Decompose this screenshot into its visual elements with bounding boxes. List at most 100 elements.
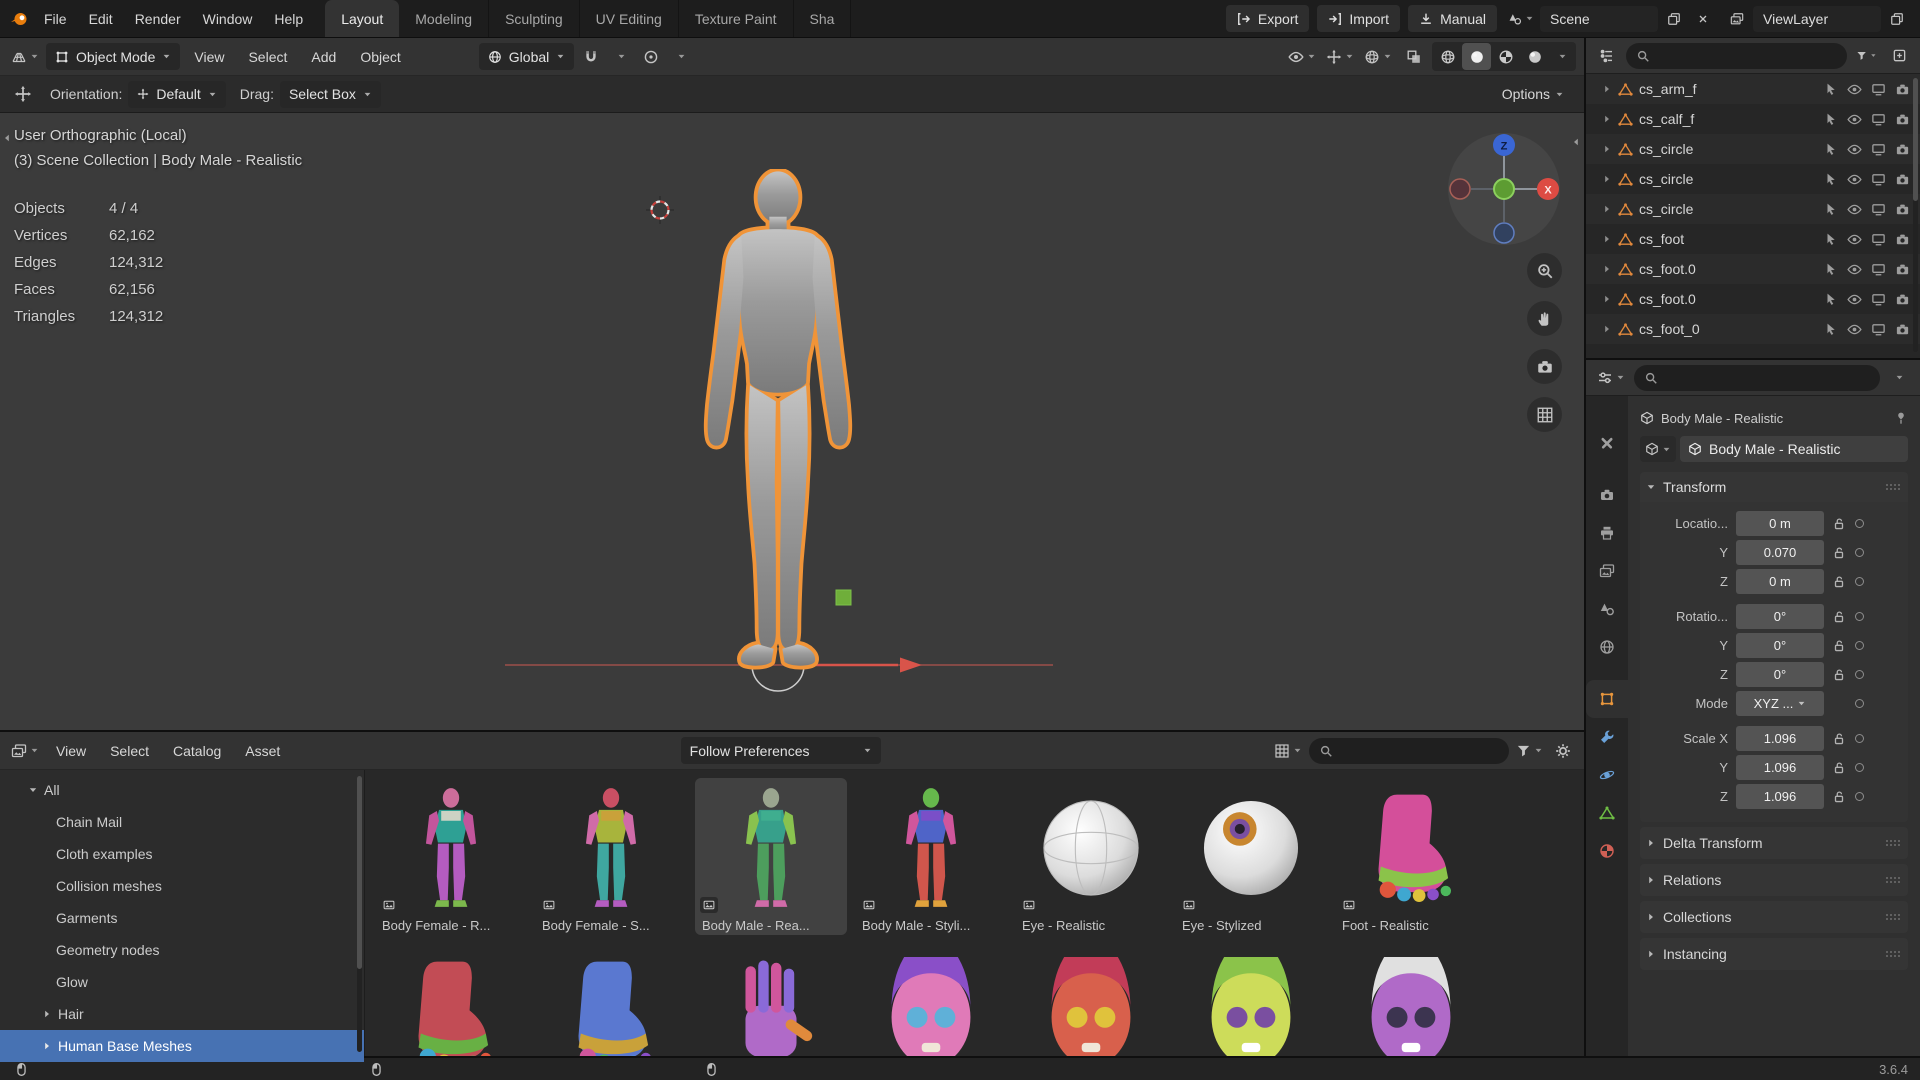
asset-card[interactable] [535,945,687,1056]
new-collection-button[interactable] [1886,43,1912,69]
asset-search-input[interactable] [1339,743,1499,759]
scene-new-button[interactable] [1661,6,1687,32]
expand-arrow-icon[interactable] [1602,234,1612,244]
selectable-toggle[interactable] [1824,202,1838,216]
rotation-z-field[interactable]: 0° [1736,662,1824,687]
viewport-disable-toggle[interactable] [1871,142,1886,157]
lock-icon[interactable] [1832,639,1846,653]
drag-grip-icon[interactable] [1884,949,1902,959]
object-type-visibility-button[interactable] [1285,44,1319,70]
tab-tool[interactable] [1586,424,1628,462]
outliner-search-input[interactable] [1656,48,1837,64]
object-name-field[interactable]: Body Male - Realistic [1680,436,1908,462]
menu-view[interactable]: View [46,737,96,765]
outliner-item[interactable]: cs_foot_0 [1586,314,1920,344]
instancing-section[interactable]: Instancing [1640,938,1908,970]
viewport-disable-toggle[interactable] [1871,322,1886,337]
hide-toggle[interactable] [1847,292,1862,307]
catalog-chain-mail[interactable]: Chain Mail [0,806,364,838]
animate-dot[interactable] [1855,612,1864,621]
location-z-field[interactable]: 0 m [1736,569,1824,594]
tab-object[interactable] [1586,680,1628,718]
hide-toggle[interactable] [1847,172,1862,187]
catalog-glow[interactable]: Glow [0,966,364,998]
expand-arrow-icon[interactable] [1602,324,1612,334]
scale-x-field[interactable]: 1.096 [1736,726,1824,751]
rotation-mode-dropdown[interactable]: XYZ ... [1736,691,1824,716]
mode-dropdown[interactable]: Object Mode [46,43,180,70]
outliner-item[interactable]: cs_circle [1586,194,1920,224]
menu-render[interactable]: Render [125,5,191,33]
expand-arrow-icon[interactable] [1602,174,1612,184]
expand-arrow-icon[interactable] [1602,114,1612,124]
menu-window[interactable]: Window [193,5,263,33]
workspace-tab-layout[interactable]: Layout [325,0,399,37]
expand-arrow-icon[interactable] [1602,294,1612,304]
drag-grip-icon[interactable] [1884,875,1902,885]
asset-card[interactable]: Foot - Realistic [1335,778,1487,935]
asset-card[interactable] [1175,945,1327,1056]
object-browse-button[interactable] [1640,436,1676,462]
transform-panel-header[interactable]: Transform [1640,472,1908,502]
axis-neg-z-ball[interactable] [1494,223,1514,243]
options-dropdown[interactable]: Options [1492,80,1574,108]
lock-icon[interactable] [1832,610,1846,624]
scene-name-field[interactable]: Scene [1540,6,1658,32]
tab-output[interactable] [1586,514,1628,552]
menu-select[interactable]: Select [100,737,159,765]
asset-card[interactable]: Eye - Stylized [1175,778,1327,935]
asset-card[interactable] [695,945,847,1056]
menu-help[interactable]: Help [264,5,313,33]
zoom-button[interactable] [1527,253,1562,288]
animate-dot[interactable] [1855,519,1864,528]
manual-button[interactable]: Manual [1408,5,1497,32]
lock-icon[interactable] [1832,575,1846,589]
asset-card[interactable] [1335,945,1487,1056]
asset-filter-button[interactable] [1513,738,1546,764]
tab-world[interactable] [1586,628,1628,666]
active-tool-icon[interactable] [10,81,36,107]
location-x-field[interactable]: 0 m [1736,511,1824,536]
hide-toggle[interactable] [1847,112,1862,127]
animate-dot[interactable] [1855,548,1864,557]
viewport-disable-toggle[interactable] [1871,262,1886,277]
viewport-disable-toggle[interactable] [1871,172,1886,187]
outliner-filter-button[interactable] [1853,43,1880,69]
render-disable-toggle[interactable] [1895,292,1910,307]
body-male-mesh[interactable] [670,169,886,677]
viewport-canvas[interactable]: User Orthographic (Local) (3) Scene Coll… [0,113,1584,730]
catalog-all[interactable]: All [0,774,364,806]
outliner-item[interactable]: cs_circle [1586,134,1920,164]
animate-dot[interactable] [1855,699,1864,708]
viewport-disable-toggle[interactable] [1871,232,1886,247]
selectable-toggle[interactable] [1824,142,1838,156]
catalog-cloth-examples[interactable]: Cloth examples [0,838,364,870]
hide-toggle[interactable] [1847,232,1862,247]
lock-icon[interactable] [1832,668,1846,682]
outliner-item[interactable]: cs_arm_f [1586,74,1920,104]
scene-browse-button[interactable] [1505,6,1537,32]
lock-icon[interactable] [1832,732,1846,746]
expand-arrow-icon[interactable] [1602,204,1612,214]
location-y-field[interactable]: 0.070 [1736,540,1824,565]
properties-options-button[interactable] [1886,365,1912,391]
perspective-toggle-button[interactable] [1527,397,1562,432]
snap-toggle[interactable] [578,44,604,70]
xray-toggle[interactable] [1399,43,1428,70]
blender-logo-icon[interactable] [6,6,32,32]
asset-card-selected[interactable]: Body Male - Rea... [695,778,847,935]
editor-type-button[interactable] [8,738,42,764]
drag-dropdown[interactable]: Select Box [280,81,381,108]
hide-toggle[interactable] [1847,322,1862,337]
viewlayer-name-field[interactable]: ViewLayer [1753,6,1881,32]
expand-arrow-icon[interactable] [1602,264,1612,274]
collections-section[interactable]: Collections [1640,901,1908,933]
shading-material-button[interactable] [1491,43,1520,70]
menu-catalog[interactable]: Catalog [163,737,231,765]
import-button[interactable]: Import [1317,5,1400,32]
render-disable-toggle[interactable] [1895,232,1910,247]
catalog-geometry-nodes[interactable]: Geometry nodes [0,934,364,966]
render-disable-toggle[interactable] [1895,202,1910,217]
lock-icon[interactable] [1832,546,1846,560]
hide-toggle[interactable] [1847,142,1862,157]
